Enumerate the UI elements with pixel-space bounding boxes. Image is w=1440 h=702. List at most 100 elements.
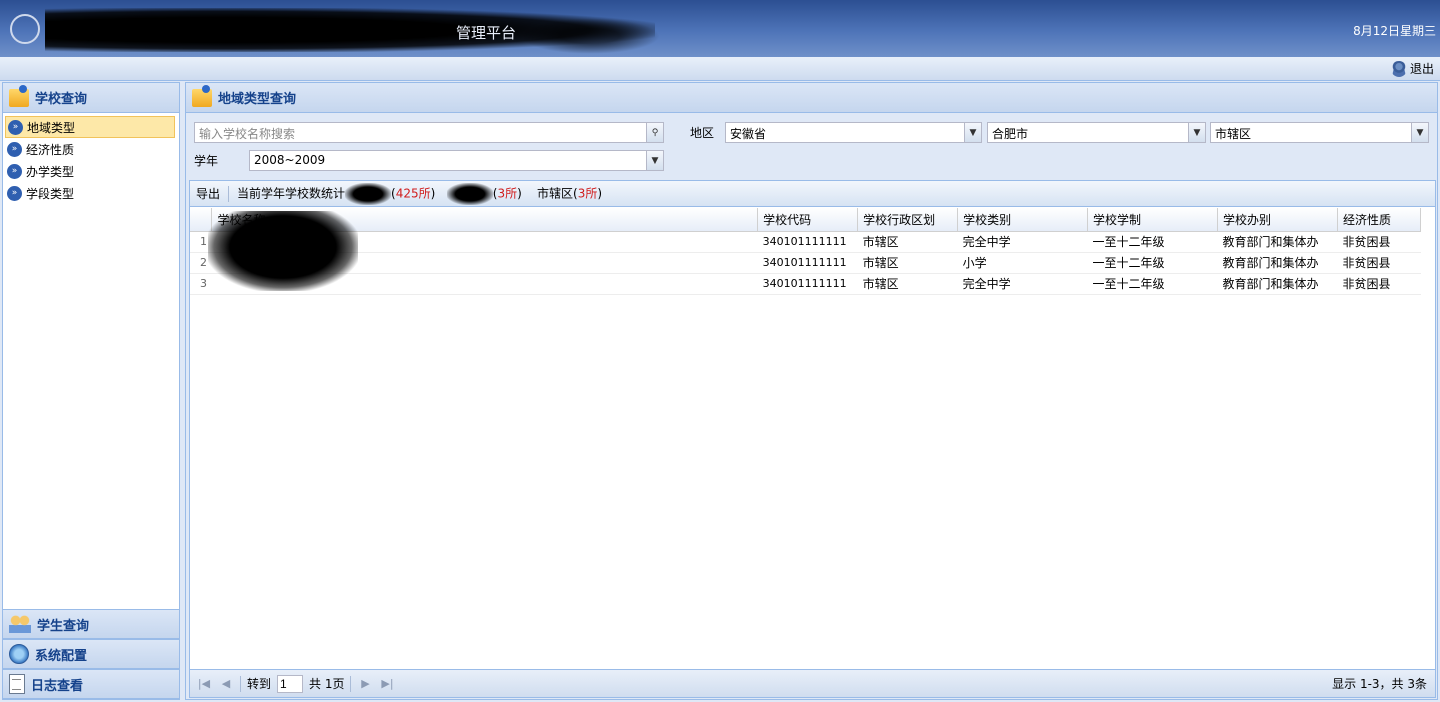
district-value: 市辖区: [1215, 127, 1252, 141]
search-input[interactable]: 输入学校名称搜索 ⚲: [194, 122, 664, 143]
system-cell: 一至十二年级: [1087, 231, 1218, 253]
district-select[interactable]: 市辖区 ▼: [1210, 122, 1429, 143]
grid-toolbar: 导出 当前学年学校数统计 (425所) (3所) 市辖区(3所): [190, 181, 1435, 207]
column-header-system[interactable]: 学校学制: [1087, 208, 1218, 232]
system-cell: 一至十二年级: [1087, 273, 1218, 295]
stats-summary: 当前学年学校数统计 (425所) (3所) 市辖区(3所): [237, 182, 602, 205]
economy-cell: 非贫困县: [1337, 273, 1421, 295]
pager-separator: [240, 675, 241, 692]
double-chevron-icon: »: [7, 163, 22, 179]
settings-icon: [9, 644, 29, 664]
office-cell: 教育部门和集体办: [1217, 252, 1338, 274]
table-row[interactable]: 3 340101111111 市辖区 完全中学 一至十二年级 教育部门和集体办 …: [190, 273, 1421, 295]
user-icon: [1390, 60, 1407, 77]
logout-button[interactable]: 退出: [1390, 60, 1434, 77]
region-label: 地区: [690, 126, 715, 140]
double-chevron-icon: »: [7, 185, 22, 201]
chevron-down-icon[interactable]: ▼: [964, 122, 982, 143]
school-code-cell: 340101111111: [757, 252, 858, 274]
system-cell: 一至十二年级: [1087, 252, 1218, 274]
category-cell: 完全中学: [957, 231, 1088, 253]
province-value: 安徽省: [730, 127, 767, 141]
column-header-office[interactable]: 学校办别: [1217, 208, 1338, 232]
stats-count-1: 425所: [395, 186, 431, 200]
school-code-cell: 340101111111: [757, 273, 858, 295]
next-page-icon[interactable]: ▶: [357, 677, 373, 690]
sidebar-item-school-type[interactable]: » 办学类型: [3, 160, 179, 182]
sidebar-item-label: 经济性质: [26, 142, 75, 157]
export-button[interactable]: 导出: [196, 185, 220, 202]
sidebar-section-student-query[interactable]: 学生查询: [3, 609, 179, 639]
year-select[interactable]: 2008~2009 ▼: [249, 150, 664, 171]
sidebar-section-label: 系统配置: [35, 648, 88, 664]
redacted-text: [446, 182, 493, 205]
chevron-down-icon[interactable]: ▼: [1188, 122, 1206, 143]
chevron-down-icon[interactable]: ▼: [1411, 122, 1429, 143]
double-chevron-icon: »: [8, 119, 23, 135]
app-header: 管理平台 8月12日星期三: [0, 0, 1440, 57]
double-chevron-icon: »: [7, 141, 22, 157]
category-cell: 完全中学: [957, 273, 1088, 295]
page-number-input[interactable]: [277, 674, 304, 693]
top-toolbar: 退出: [0, 57, 1440, 81]
sidebar-item-label: 学段类型: [26, 186, 75, 201]
logout-label: 退出: [1409, 62, 1434, 76]
people-icon: [9, 615, 31, 633]
table-row[interactable]: 1 340101111111 市辖区 完全中学 一至十二年级 教育部门和集体办 …: [190, 231, 1421, 253]
column-header-school-code[interactable]: 学校代码: [757, 208, 859, 232]
sidebar-item-label: 地域类型: [27, 120, 76, 135]
sidebar-item-economic-nature[interactable]: » 经济性质: [3, 138, 179, 160]
logo-icon: [10, 14, 40, 44]
date-display: 8月12日星期三: [1353, 24, 1436, 38]
stats-count-3: 3所: [577, 186, 598, 200]
pagination-info: 显示 1-3，共 3条: [1332, 677, 1427, 691]
column-header-district[interactable]: 学校行政区划: [857, 208, 959, 232]
sidebar-section-log-view[interactable]: 日志查看: [3, 669, 179, 699]
table-header-row: 学校名称 学校代码 学校行政区划 学校类别 学校学制 学校办别 经济性质: [190, 208, 1422, 232]
sidebar-item-stage-type[interactable]: » 学段类型: [3, 182, 179, 204]
redacted-school-names: [208, 211, 358, 291]
sidebar: 学校查询 » 地域类型 » 经济性质 » 办学类型 » 学段类型 学生查询 系统…: [2, 82, 180, 700]
stats-prefix: 当前学年学校数统计: [237, 186, 346, 200]
sidebar-section-system-config[interactable]: 系统配置: [3, 639, 179, 669]
stats-district-label: 市辖区: [537, 186, 574, 200]
pagination-bar: |◀ ◀ 转到 共 1页 ▶ ▶| 显示 1-3，共 3条: [190, 669, 1435, 697]
sidebar-section-label: 日志查看: [31, 678, 84, 694]
sidebar-item-label: 办学类型: [26, 164, 75, 179]
economy-cell: 非贫困县: [1337, 231, 1421, 253]
pager-separator: [350, 675, 352, 692]
category-cell: 小学: [957, 252, 1088, 274]
column-header-economy[interactable]: 经济性质: [1337, 208, 1422, 232]
district-cell: 市辖区: [857, 231, 958, 253]
city-select[interactable]: 合肥市 ▼: [987, 122, 1206, 143]
first-page-icon[interactable]: |◀: [196, 677, 212, 690]
folder-icon: [9, 84, 29, 107]
toolbar-separator: [228, 185, 230, 202]
redacted-area-2: [520, 18, 660, 54]
school-code-cell: 340101111111: [757, 231, 858, 253]
main-panel-header: 地域类型查询: [186, 83, 1437, 113]
folder-icon: [192, 84, 212, 107]
filter-bar: 输入学校名称搜索 ⚲ 地区 安徽省 ▼ 合肥市 ▼ 市辖区 ▼ 学年 2008~…: [186, 113, 1437, 179]
economy-cell: 非贫困县: [1337, 252, 1421, 274]
sidebar-section-school-query[interactable]: 学校查询: [3, 83, 179, 113]
year-value: 2008~2009: [254, 153, 326, 167]
table-row[interactable]: 2 340101111111 市辖区 小学 一至十二年级 教育部门和集体办 非贫…: [190, 252, 1421, 274]
stats-count-2: 3所: [497, 186, 518, 200]
office-cell: 教育部门和集体办: [1217, 231, 1338, 253]
year-label: 学年: [194, 154, 219, 168]
total-pages-label: 共 1页: [309, 677, 345, 691]
prev-page-icon[interactable]: ◀: [218, 677, 234, 690]
district-cell: 市辖区: [857, 252, 958, 274]
province-select[interactable]: 安徽省 ▼: [725, 122, 982, 143]
app-title: 管理平台: [456, 24, 517, 42]
column-header-category[interactable]: 学校类别: [957, 208, 1089, 232]
last-page-icon[interactable]: ▶|: [379, 677, 395, 690]
document-icon: [9, 674, 25, 694]
chevron-down-icon[interactable]: ▼: [646, 150, 664, 171]
results-table: 学校名称 学校代码 学校行政区划 学校类别 学校学制 学校办别 经济性质 1 3…: [190, 208, 1422, 295]
main-panel: 地域类型查询 输入学校名称搜索 ⚲ 地区 安徽省 ▼ 合肥市 ▼ 市辖区 ▼ 学…: [185, 82, 1438, 700]
search-placeholder: 输入学校名称搜索: [199, 127, 296, 141]
search-icon[interactable]: ⚲: [646, 122, 664, 143]
sidebar-item-region-type[interactable]: » 地域类型: [5, 116, 175, 138]
